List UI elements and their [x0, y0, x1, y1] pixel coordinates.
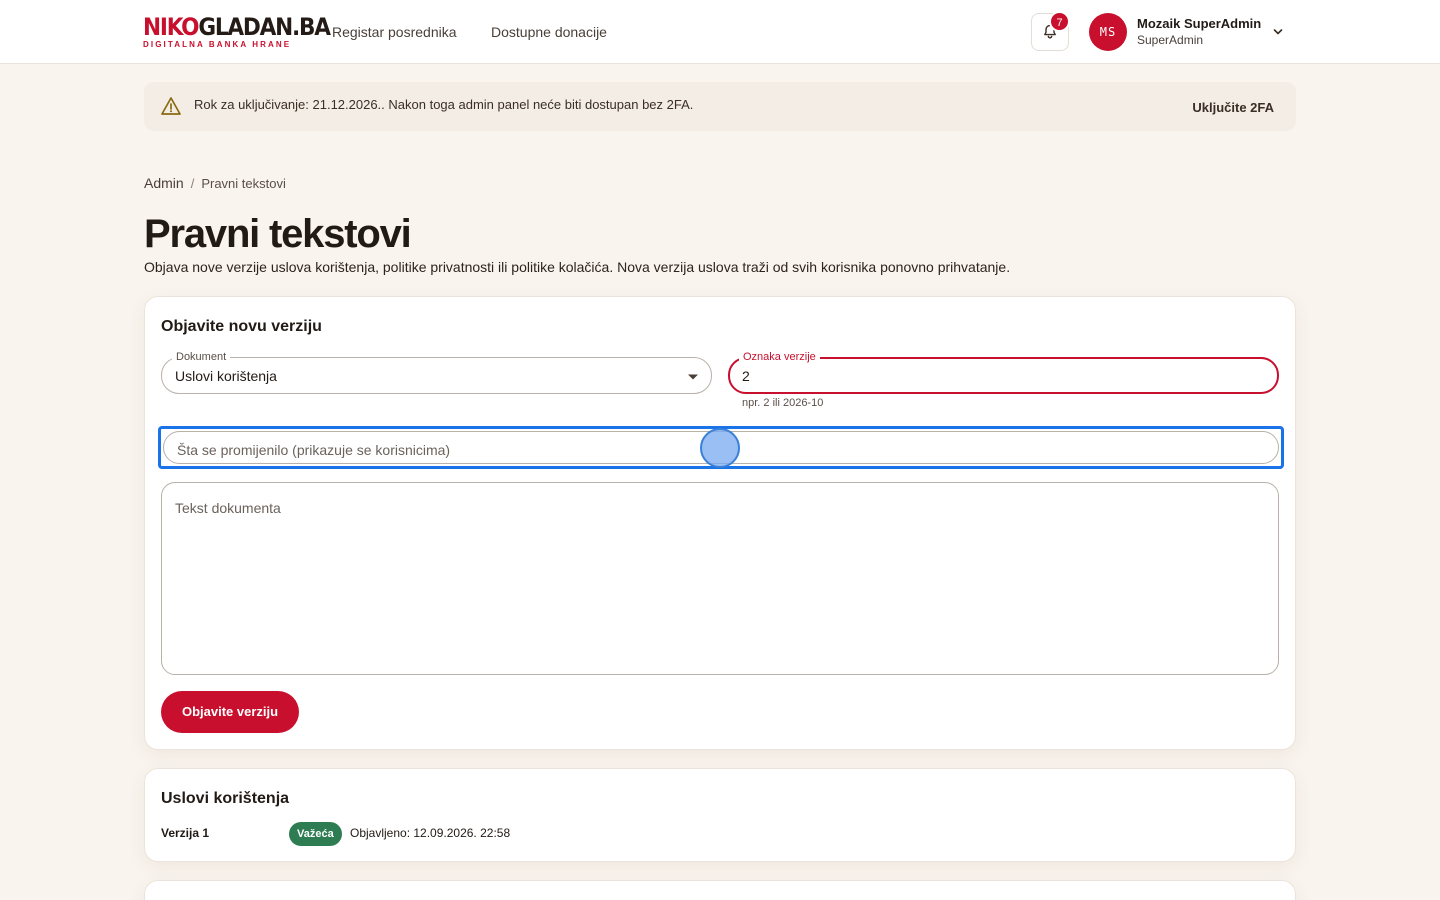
breadcrumb-separator: / [190, 176, 195, 191]
top-navbar: NIKOGLADAN.BA DIGITALNA BANKA HRANE Regi… [0, 0, 1440, 64]
notification-count-badge: 7 [1049, 11, 1070, 32]
user-name[interactable]: Mozaik SuperAdmin [1137, 16, 1261, 31]
published-date: Objavljeno: 12.09.2026. 22:58 [350, 826, 511, 840]
alert-message: Rok za uključivanje: 21.12.2026.. Nakon … [194, 97, 694, 112]
avatar[interactable]: MS [1089, 13, 1127, 51]
dropdown-caret-icon [688, 374, 698, 380]
terms-of-use-card: Uslovi korištenja Verzija 1 Važeća Objav… [144, 768, 1296, 862]
document-select[interactable]: Dokument Uslovi korištenja [161, 350, 712, 394]
twofa-alert: Rok za uključivanje: 21.12.2026.. Nakon … [144, 82, 1296, 131]
publish-version-button[interactable]: Objavite verziju [161, 691, 299, 733]
document-label: Dokument [172, 350, 231, 364]
page-title: Pravni tekstovi [144, 212, 412, 256]
status-badge: Važeća [289, 822, 342, 846]
breadcrumb-current: Pravni tekstovi [201, 176, 286, 191]
version-input[interactable]: Oznaka verzije 2 [728, 350, 1279, 394]
next-document-card [144, 880, 1296, 900]
user-role: SuperAdmin [1137, 33, 1204, 47]
version-helper-text: npr. 2 ili 2026-10 [742, 397, 824, 409]
publish-version-card: Objavite novu verziju Dokument Uslovi ko… [144, 296, 1296, 750]
terms-card-title: Uslovi korištenja [161, 790, 290, 807]
page-description: Objava nove verzije uslova korištenja, p… [144, 259, 1011, 275]
logo-tagline: DIGITALNA BANKA HRANE [143, 40, 292, 49]
version-name: Verzija 1 [161, 826, 210, 840]
document-value: Uslovi korištenja [175, 368, 277, 384]
logo-wordmark: NIKOGLADAN.BA [143, 13, 331, 41]
card-title: Objavite novu verziju [161, 318, 322, 335]
enable-2fa-link[interactable]: Uključite 2FA [1192, 100, 1274, 115]
version-label: Oznaka verzije [739, 350, 820, 364]
click-indicator [700, 428, 740, 468]
logo[interactable]: NIKOGLADAN.BA DIGITALNA BANKA HRANE [143, 13, 331, 49]
document-text-placeholder: Tekst dokumenta [175, 500, 281, 516]
breadcrumb: Admin / Pravni tekstovi [144, 175, 286, 191]
document-text-textarea[interactable]: Tekst dokumenta [161, 482, 1279, 675]
nav-link-dostupne-donacije[interactable]: Dostupne donacije [491, 24, 607, 40]
chevron-down-icon[interactable] [1272, 26, 1284, 38]
warning-icon [161, 97, 181, 115]
version-value: 2 [742, 368, 750, 384]
nav-link-registar-posrednika[interactable]: Registar posrednika [332, 24, 457, 40]
breadcrumb-admin[interactable]: Admin [144, 175, 184, 191]
change-summary-placeholder: Šta se promijenilo (prikazuje se korisni… [177, 442, 451, 458]
